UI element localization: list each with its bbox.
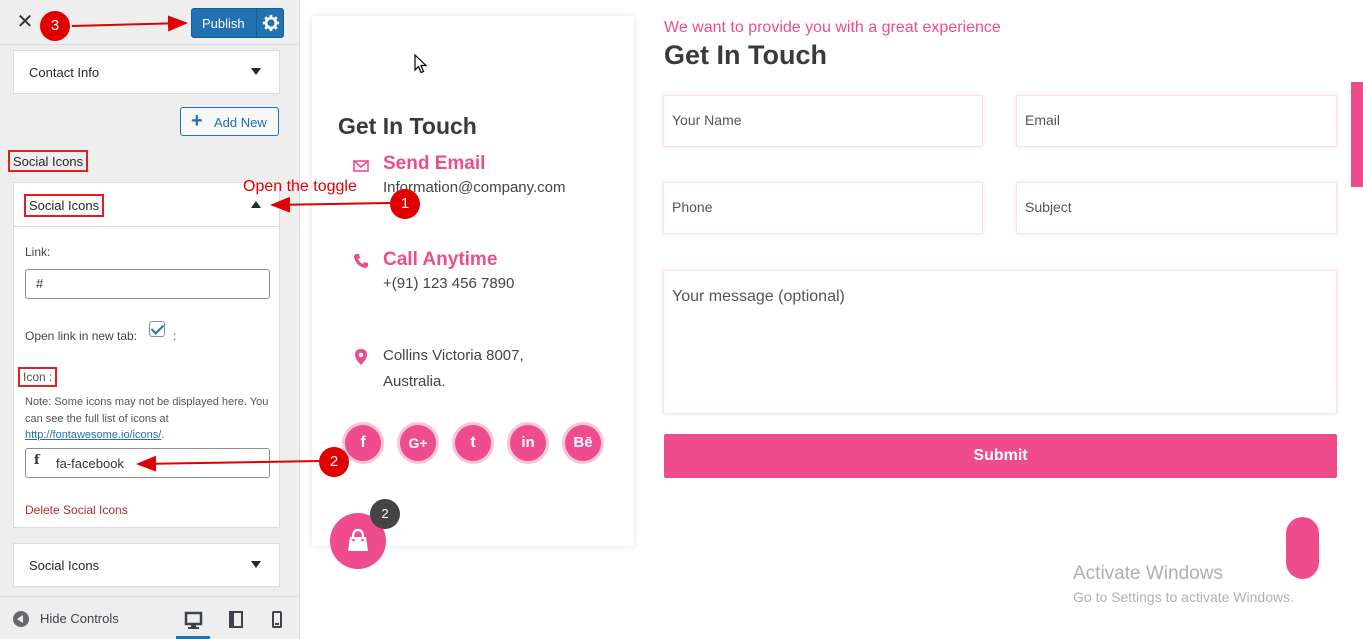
twitter-social-icon[interactable]: t bbox=[452, 422, 494, 464]
activate-windows-title: Activate Windows bbox=[1073, 563, 1223, 584]
newtab-colon: : bbox=[173, 329, 177, 343]
name-field[interactable]: Your Name bbox=[663, 95, 983, 147]
tablet-preview-icon[interactable] bbox=[219, 605, 253, 639]
form-title: Get In Touch bbox=[664, 40, 827, 70]
preview-scrollbar[interactable] bbox=[1351, 82, 1363, 187]
publish-divider bbox=[256, 9, 257, 37]
phone-number: +(91) 123 456 7890 bbox=[383, 275, 515, 292]
plus-icon: + bbox=[191, 110, 203, 132]
newtab-checkbox[interactable] bbox=[149, 321, 165, 337]
step-3-badge: 3 bbox=[40, 11, 70, 41]
scroll-to-top-button[interactable] bbox=[1286, 517, 1319, 579]
chevron-up-icon[interactable] bbox=[251, 201, 261, 208]
social-icons-panel-title: Social Icons bbox=[24, 194, 105, 217]
icon-note: Note: Some icons may not be displayed he… bbox=[25, 394, 270, 444]
gear-icon[interactable] bbox=[262, 13, 280, 33]
message-field[interactable]: Your message (optional) bbox=[663, 270, 1337, 414]
icon-value: fa-facebook bbox=[56, 456, 124, 471]
social-icons-section-collapsed[interactable]: Social Icons bbox=[13, 543, 280, 587]
fontawesome-link[interactable]: http://fontawesome.io/icons/ bbox=[25, 429, 161, 441]
delete-social-icons-link[interactable]: Delete Social Icons bbox=[25, 503, 128, 517]
link-input[interactable]: # bbox=[25, 269, 270, 299]
step-1-badge: 1 bbox=[390, 189, 420, 219]
phone-icon bbox=[354, 254, 368, 268]
subject-field[interactable]: Subject bbox=[1016, 182, 1337, 234]
map-marker-icon bbox=[355, 349, 367, 365]
customizer-footer: Hide Controls bbox=[0, 596, 299, 639]
newtab-label: Open link in new tab: bbox=[25, 329, 138, 343]
behance-social-icon[interactable]: Bē bbox=[562, 422, 604, 464]
social-icons-collapsed-title: Social Icons bbox=[29, 558, 100, 573]
address-line-2: Australia. bbox=[383, 373, 446, 390]
form-tagline: We want to provide you with a great expe… bbox=[664, 19, 1001, 36]
link-label: Link: bbox=[25, 245, 51, 259]
chevron-down-icon bbox=[251, 68, 261, 75]
facebook-icon: f bbox=[34, 453, 40, 468]
call-anytime-heading: Call Anytime bbox=[383, 249, 498, 270]
publish-label: Publish bbox=[202, 16, 245, 31]
icon-note-suffix: . bbox=[161, 429, 165, 441]
icon-picker-input[interactable]: f fa-facebook bbox=[25, 448, 270, 478]
envelope-icon bbox=[353, 160, 369, 172]
open-toggle-note: Open the toggle bbox=[243, 178, 357, 195]
linkedin-social-icon[interactable]: in bbox=[507, 422, 549, 464]
submit-button[interactable]: Submit bbox=[664, 434, 1337, 478]
add-new-button[interactable]: + Add New bbox=[180, 107, 279, 136]
step-2-badge: 2 bbox=[319, 447, 349, 477]
cart-count-badge: 2 bbox=[370, 499, 400, 529]
contact-info-section[interactable]: Contact Info bbox=[13, 50, 280, 94]
icon-label: Icon : bbox=[18, 367, 58, 387]
hide-controls-label[interactable]: Hide Controls bbox=[40, 611, 119, 626]
activate-windows-subtitle: Go to Settings to activate Windows. bbox=[1073, 589, 1294, 605]
contact-info-card: Get In Touch Send Email Information@comp… bbox=[312, 16, 634, 546]
publish-button[interactable]: Publish bbox=[191, 8, 284, 38]
send-email-heading: Send Email bbox=[383, 153, 486, 174]
desktop-preview-icon[interactable] bbox=[176, 605, 210, 639]
address-line-1: Collins Victoria 8007, bbox=[383, 347, 524, 364]
social-icons-heading: Social Icons bbox=[8, 150, 89, 172]
mobile-preview-icon[interactable] bbox=[260, 605, 294, 639]
icon-note-text: Note: Some icons may not be displayed he… bbox=[25, 396, 269, 425]
close-icon[interactable]: ✕ bbox=[14, 10, 36, 34]
card-title: Get In Touch bbox=[338, 113, 477, 139]
add-new-label: Add New bbox=[214, 115, 267, 130]
phone-field[interactable]: Phone bbox=[663, 182, 983, 234]
chevron-down-icon bbox=[251, 561, 261, 568]
social-icons-panel: Social Icons Link: # Open link in new ta… bbox=[13, 182, 280, 528]
social-icons-toggle[interactable]: Social Icons bbox=[14, 183, 279, 227]
site-preview: Get In Touch Send Email Information@comp… bbox=[300, 0, 1363, 639]
contact-info-title: Contact Info bbox=[29, 65, 100, 80]
email-field[interactable]: Email bbox=[1016, 95, 1337, 147]
customizer-sidebar: ✕ Publish Contact Info + Add New Social … bbox=[0, 0, 300, 639]
hide-controls-icon[interactable] bbox=[13, 611, 29, 627]
google-plus-social-icon[interactable]: G+ bbox=[397, 422, 439, 464]
mouse-cursor-icon bbox=[414, 54, 428, 74]
